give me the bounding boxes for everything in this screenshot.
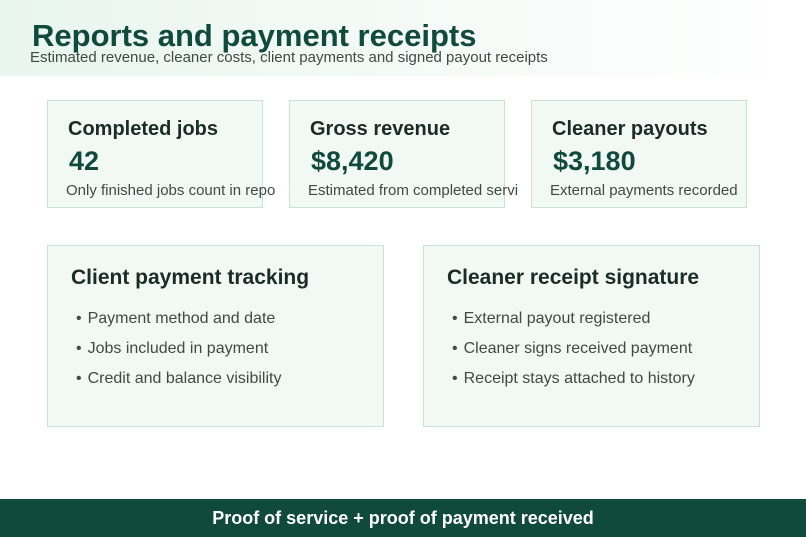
bullet-icon: • <box>452 340 458 357</box>
list-item-text: Credit and balance visibility <box>87 370 282 387</box>
list-item-text: Receipt stays attached to history <box>463 370 695 387</box>
feature-title: Cleaner receipt signature <box>447 266 700 289</box>
list-item-text: Jobs included in payment <box>87 340 269 357</box>
stat-card-cleaner-payouts: Cleaner payouts $3,180 External payments… <box>531 100 747 208</box>
bullet-icon: • <box>452 310 458 327</box>
bullet-icon: • <box>76 340 82 357</box>
feature-card-client-payment-tracking: Client payment tracking • Payment method … <box>47 245 384 427</box>
list-item: • External payout registered <box>452 304 695 334</box>
feature-title: Client payment tracking <box>71 266 310 289</box>
feature-list: • External payout registered • Cleaner sig… <box>452 304 695 394</box>
list-item: • Cleaner signs received payment <box>452 334 695 364</box>
list-item-text: Payment method and date <box>87 310 276 327</box>
stat-label: Completed jobs <box>68 118 219 140</box>
stat-note: External payments recorded <box>550 182 738 199</box>
list-item-text: Cleaner signs received payment <box>463 340 693 357</box>
footer-band: Proof of service + proof of payment rece… <box>0 499 806 537</box>
bullet-icon: • <box>76 310 82 327</box>
list-item: • Credit and balance visibility <box>76 364 281 394</box>
list-item-text: External payout registered <box>463 310 651 327</box>
stat-value: $8,420 <box>311 146 394 176</box>
bullet-icon: • <box>76 370 82 387</box>
stat-label: Gross revenue <box>310 118 451 140</box>
stat-value: $3,180 <box>553 146 636 176</box>
stat-value: 42 <box>69 146 100 176</box>
stat-note: Estimated from completed servi <box>308 182 519 199</box>
feature-card-cleaner-receipt-signature: Cleaner receipt signature • External payo… <box>423 245 760 427</box>
bullet-icon: • <box>452 370 458 387</box>
stat-note: Only finished jobs count in repo <box>66 182 276 199</box>
list-item: • Receipt stays attached to history <box>452 364 695 394</box>
list-item: • Payment method and date <box>76 304 281 334</box>
list-item: • Jobs included in payment <box>76 334 281 364</box>
feature-list: • Payment method and date • Jobs included … <box>76 304 281 394</box>
stat-card-completed-jobs: Completed jobs 42 Only finished jobs cou… <box>47 100 275 208</box>
page-subtitle: Estimated revenue, cleaner costs, client… <box>30 49 548 66</box>
stat-label: Cleaner payouts <box>552 118 708 140</box>
stat-card-gross-revenue: Gross revenue $8,420 Estimated from comp… <box>289 100 518 208</box>
footer-text: Proof of service + proof of payment rece… <box>212 508 594 528</box>
